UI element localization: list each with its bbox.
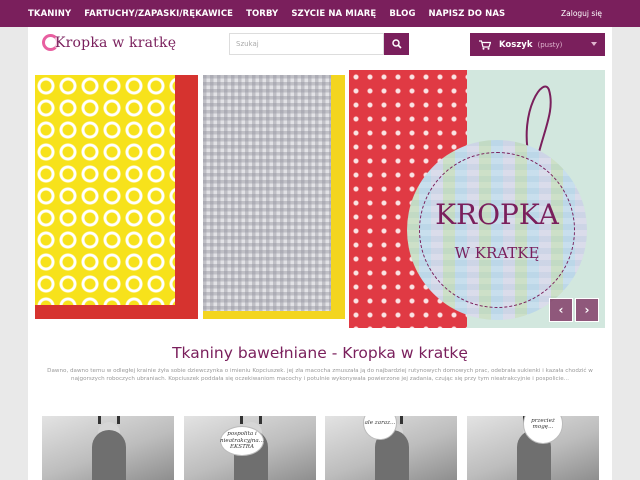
story-thumb-1[interactable] [42, 416, 174, 480]
login-link[interactable]: Zaloguj się [561, 9, 602, 18]
site-logo[interactable]: Kropka w kratkę [42, 34, 176, 51]
speech-bubble: pospolita i nieatrakcyjna... EKSTRA [220, 426, 264, 456]
search-button[interactable] [384, 33, 409, 55]
menu-item-szycie[interactable]: SZYCIE NA MIARĘ [291, 9, 376, 19]
slider-prev-button[interactable]: ‹ [549, 298, 573, 322]
story-thumb-2[interactable]: pospolita i nieatrakcyjna... EKSTRA [184, 416, 316, 480]
hero-slider[interactable]: KROPKA W KRATKĘ ‹ › [35, 70, 605, 328]
menu-item-fartuchy[interactable]: FARTUCHY/ZAPASKI/RĘKAWICE [84, 9, 233, 19]
search-icon [391, 39, 402, 49]
tag-title: KROPKA [435, 198, 559, 231]
main-menu: TKANINY FARTUCHY/ZAPASKI/RĘKAWICE TORBY … [28, 0, 518, 27]
fabric-image-yellow [35, 75, 198, 319]
menu-item-napisz[interactable]: NAPISZ DO NAS [429, 9, 506, 19]
brand-tag: KROPKA W KRATKĘ [407, 140, 587, 320]
cart-icon [479, 39, 491, 50]
intro-text: Dawno, dawno temu w odległej krainie żył… [47, 368, 593, 382]
top-navbar: TKANINY FARTUCHY/ZAPASKI/RĘKAWICE TORBY … [0, 0, 640, 27]
cart-status: (pusty) [537, 40, 563, 49]
slider-next-button[interactable]: › [575, 298, 599, 322]
menu-item-tkaniny[interactable]: TKANINY [28, 9, 71, 19]
fabric-image-hearts: KROPKA W KRATKĘ [349, 70, 605, 328]
menu-item-torby[interactable]: TORBY [246, 9, 278, 19]
menu-item-blog[interactable]: BLOG [389, 9, 415, 19]
page-title: Tkaniny bawełniane - Kropka w kratkę [172, 344, 468, 362]
cart-button[interactable]: Koszyk (pusty) [470, 33, 605, 56]
fabric-image-grey [203, 75, 345, 319]
chevron-down-icon [591, 42, 597, 46]
story-thumb-4[interactable]: przecież mogę... [467, 416, 599, 480]
cart-label: Koszyk [499, 39, 533, 50]
search-input[interactable]: Szukaj [229, 33, 384, 55]
tag-subtitle: W KRATKĘ [454, 244, 540, 262]
logo-text: Kropka w kratkę [55, 34, 177, 51]
story-thumb-3[interactable]: ale zaraz... [325, 416, 457, 480]
